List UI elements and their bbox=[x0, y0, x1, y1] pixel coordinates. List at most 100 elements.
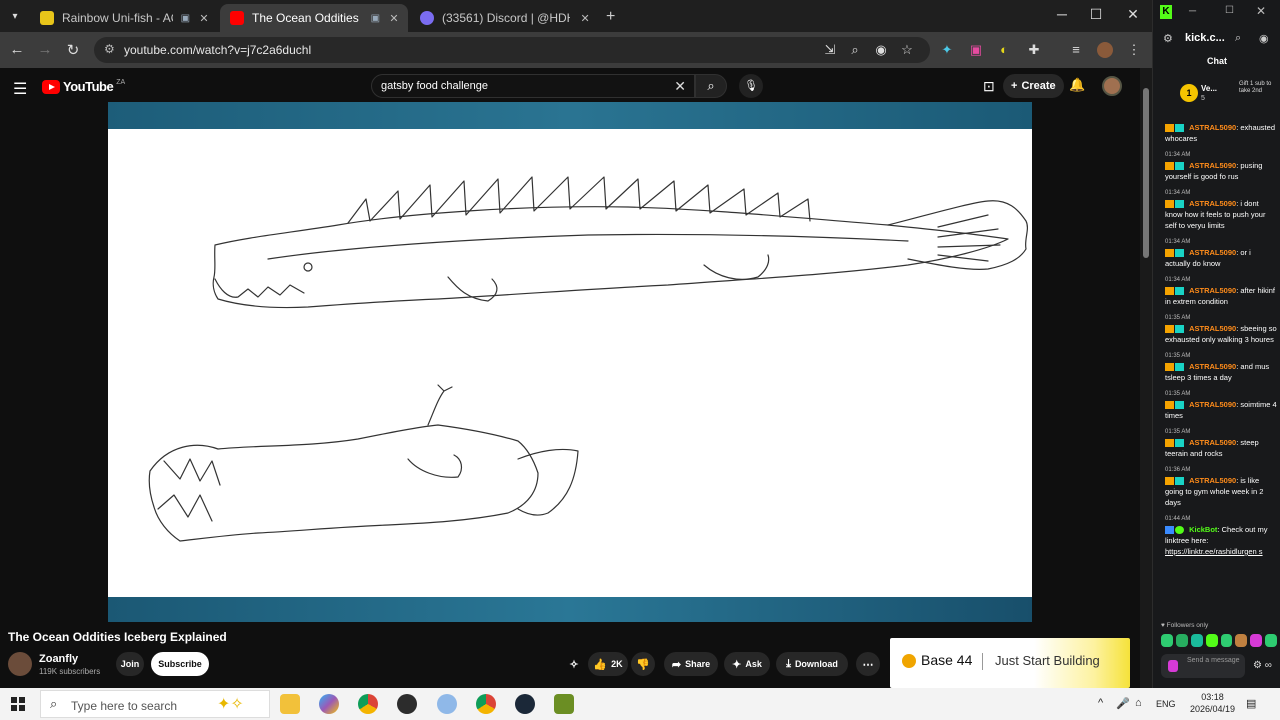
chat-username[interactable]: KickBot bbox=[1189, 525, 1217, 534]
search-button[interactable]: ⌕ bbox=[695, 74, 727, 98]
game-app-icon[interactable] bbox=[554, 694, 574, 714]
account-avatar[interactable] bbox=[1102, 76, 1122, 96]
chat-username[interactable]: ASTRAL5090 bbox=[1189, 161, 1236, 170]
create-button[interactable]: + Create bbox=[1003, 74, 1064, 98]
install-app-icon[interactable]: ⇲ bbox=[822, 42, 838, 58]
close-tab-icon[interactable]: ✕ bbox=[198, 12, 210, 25]
color-app-icon[interactable] bbox=[319, 694, 339, 714]
zoom-icon[interactable]: ⌕ bbox=[1235, 32, 1241, 45]
snipping-tool-icon[interactable] bbox=[437, 694, 457, 714]
download-button[interactable]: ⤓ Download bbox=[776, 652, 848, 676]
chat-username[interactable]: ASTRAL5090 bbox=[1189, 324, 1236, 333]
maximize-window-icon[interactable]: ☐ bbox=[1225, 5, 1234, 16]
show-hidden-icons-chevron[interactable]: ^ bbox=[1098, 697, 1103, 709]
clear-search-icon[interactable]: ✕ bbox=[674, 78, 686, 95]
chrome-menu-icon[interactable]: ⋮ bbox=[1126, 42, 1142, 58]
hype-icon[interactable]: ✧ bbox=[565, 652, 583, 676]
chat-username[interactable]: ASTRAL5090 bbox=[1189, 476, 1236, 485]
chrome-icon[interactable] bbox=[358, 694, 378, 714]
minimize-window-icon[interactable]: ─ bbox=[1052, 6, 1072, 22]
chat-username[interactable]: ASTRAL5090 bbox=[1189, 123, 1236, 132]
tab-search-chevron-icon[interactable]: ▾ bbox=[6, 7, 24, 25]
voice-search-mic-icon[interactable]: 🎙 bbox=[739, 74, 763, 98]
cast-icon[interactable]: ⊡ bbox=[983, 78, 995, 95]
emote-icon[interactable] bbox=[1235, 634, 1248, 647]
channel-name[interactable]: Zoanfly bbox=[39, 653, 78, 665]
emote-icon[interactable] bbox=[1250, 634, 1263, 647]
file-explorer-icon[interactable] bbox=[280, 694, 300, 714]
extension-yellow-icon[interactable]: ◐ bbox=[996, 42, 1012, 58]
youtube-logo[interactable]: YouTube ZA bbox=[42, 79, 125, 94]
chat-username[interactable]: ASTRAL5090 bbox=[1189, 248, 1236, 257]
notifications-bell-icon[interactable]: 🔔 bbox=[1069, 77, 1085, 93]
chat-username[interactable]: ASTRAL5090 bbox=[1189, 362, 1236, 371]
tracking-eye-icon[interactable]: ◉ bbox=[1259, 32, 1269, 45]
page-scrollbar[interactable] bbox=[1140, 68, 1152, 688]
notifications-icon[interactable]: ▤ bbox=[1246, 697, 1256, 710]
dislike-button[interactable]: 👎 bbox=[631, 652, 655, 676]
system-clock[interactable]: 03:18 2026/04/19 bbox=[1190, 691, 1235, 715]
site-info-icon[interactable]: ⚙ bbox=[1163, 32, 1173, 45]
tab-discord[interactable]: (33561) Discord | @HDHDHDH ✕ bbox=[410, 4, 600, 32]
video-player[interactable] bbox=[108, 102, 1032, 622]
chat-username[interactable]: ASTRAL5090 bbox=[1189, 438, 1236, 447]
linktree-link[interactable]: https://linktr.ee/rashidlurgen s bbox=[1165, 547, 1263, 556]
address-bar[interactable]: ⚙ youtube.com/watch?v=j7c2a6duchl bbox=[94, 37, 930, 63]
gift-leaderboard[interactable]: 1 Ve... 5 Gift 1 sub to take 2nd bbox=[1153, 76, 1280, 116]
ad-banner[interactable]: Base 44 Just Start Building bbox=[890, 638, 1130, 688]
close-window-icon[interactable]: ✕ bbox=[1256, 4, 1266, 18]
emote-icon[interactable] bbox=[1161, 634, 1173, 647]
back-arrow-icon[interactable]: ← bbox=[8, 41, 26, 58]
bookmark-star-icon[interactable]: ☆ bbox=[899, 42, 915, 58]
tracking-eye-icon[interactable]: ◉ bbox=[873, 42, 889, 58]
url-text[interactable]: youtube.com/watch?v=j7c2a6duchl bbox=[124, 43, 311, 57]
search-query-text[interactable]: gatsby food challenge bbox=[381, 80, 488, 92]
forward-arrow-icon[interactable]: → bbox=[36, 41, 54, 58]
emote-icon[interactable] bbox=[1190, 634, 1203, 647]
scrollbar-thumb[interactable] bbox=[1143, 88, 1149, 258]
close-window-icon[interactable]: ✕ bbox=[1123, 6, 1143, 23]
input-language[interactable]: ENG bbox=[1156, 699, 1176, 709]
tab-ocean-oddities[interactable]: The Ocean Oddities Iceberg ▣ ✕ bbox=[220, 4, 408, 32]
chrome-profile-icon[interactable] bbox=[476, 694, 496, 714]
more-actions-button[interactable]: ⋯ bbox=[856, 652, 880, 676]
emote-icon[interactable] bbox=[1220, 634, 1233, 647]
network-icon[interactable]: ⌂ bbox=[1135, 697, 1142, 709]
maximize-window-icon[interactable]: ☐ bbox=[1086, 6, 1106, 23]
extension-pink-icon[interactable]: ▣ bbox=[968, 42, 984, 58]
chat-username[interactable]: ASTRAL5090 bbox=[1189, 286, 1236, 295]
search-input[interactable]: gatsby food challenge ✕ bbox=[371, 74, 695, 98]
steam-icon[interactable] bbox=[515, 694, 535, 714]
hamburger-menu-icon[interactable]: ☰ bbox=[13, 79, 27, 99]
extension-translate-icon[interactable]: ✦ bbox=[939, 42, 955, 58]
microphone-icon[interactable]: 🎤 bbox=[1116, 697, 1130, 710]
subscribe-button[interactable]: Subscribe bbox=[151, 652, 209, 676]
extensions-puzzle-icon[interactable]: ✚ bbox=[1026, 42, 1042, 58]
emote-icon[interactable] bbox=[1175, 634, 1188, 647]
share-button[interactable]: ➦ Share bbox=[664, 652, 718, 676]
tab-rainbow-unifish[interactable]: Rainbow Uni-fish - AQ3D ▣ ✕ bbox=[30, 4, 218, 32]
emote-icon[interactable] bbox=[1265, 634, 1277, 647]
chat-send-icon[interactable]: ⚙ ∞ bbox=[1253, 660, 1272, 671]
chat-username[interactable]: ASTRAL5090 bbox=[1189, 400, 1236, 409]
zoom-icon[interactable]: ⌕ bbox=[847, 42, 863, 58]
chat-username[interactable]: ASTRAL5090 bbox=[1189, 199, 1236, 208]
channel-avatar[interactable] bbox=[8, 652, 32, 676]
emote-picker-icon[interactable] bbox=[1168, 660, 1178, 672]
reload-icon[interactable]: ↻ bbox=[64, 41, 82, 59]
close-tab-icon[interactable]: ✕ bbox=[388, 12, 400, 25]
like-button[interactable]: 👍 2K bbox=[588, 652, 628, 676]
minimize-window-icon[interactable]: ─ bbox=[1189, 6, 1196, 17]
site-info-icon[interactable]: ⚙ bbox=[104, 42, 115, 56]
profile-avatar[interactable] bbox=[1097, 42, 1113, 58]
media-controls-icon[interactable]: ≡ bbox=[1068, 42, 1084, 58]
emote-icon[interactable] bbox=[1205, 634, 1218, 647]
windows-start-icon[interactable] bbox=[11, 697, 25, 711]
chat-message-input[interactable]: Send a message bbox=[1161, 654, 1245, 678]
kick-url-text[interactable]: kick.c... bbox=[1185, 32, 1225, 44]
ask-button[interactable]: ✦ Ask bbox=[724, 652, 770, 676]
join-button[interactable]: Join bbox=[116, 652, 144, 676]
new-tab-plus-icon[interactable]: + bbox=[606, 8, 615, 26]
github-desktop-icon[interactable] bbox=[397, 694, 417, 714]
taskbar-search-box[interactable]: ⌕ Type here to search ✦✧ bbox=[40, 690, 270, 718]
